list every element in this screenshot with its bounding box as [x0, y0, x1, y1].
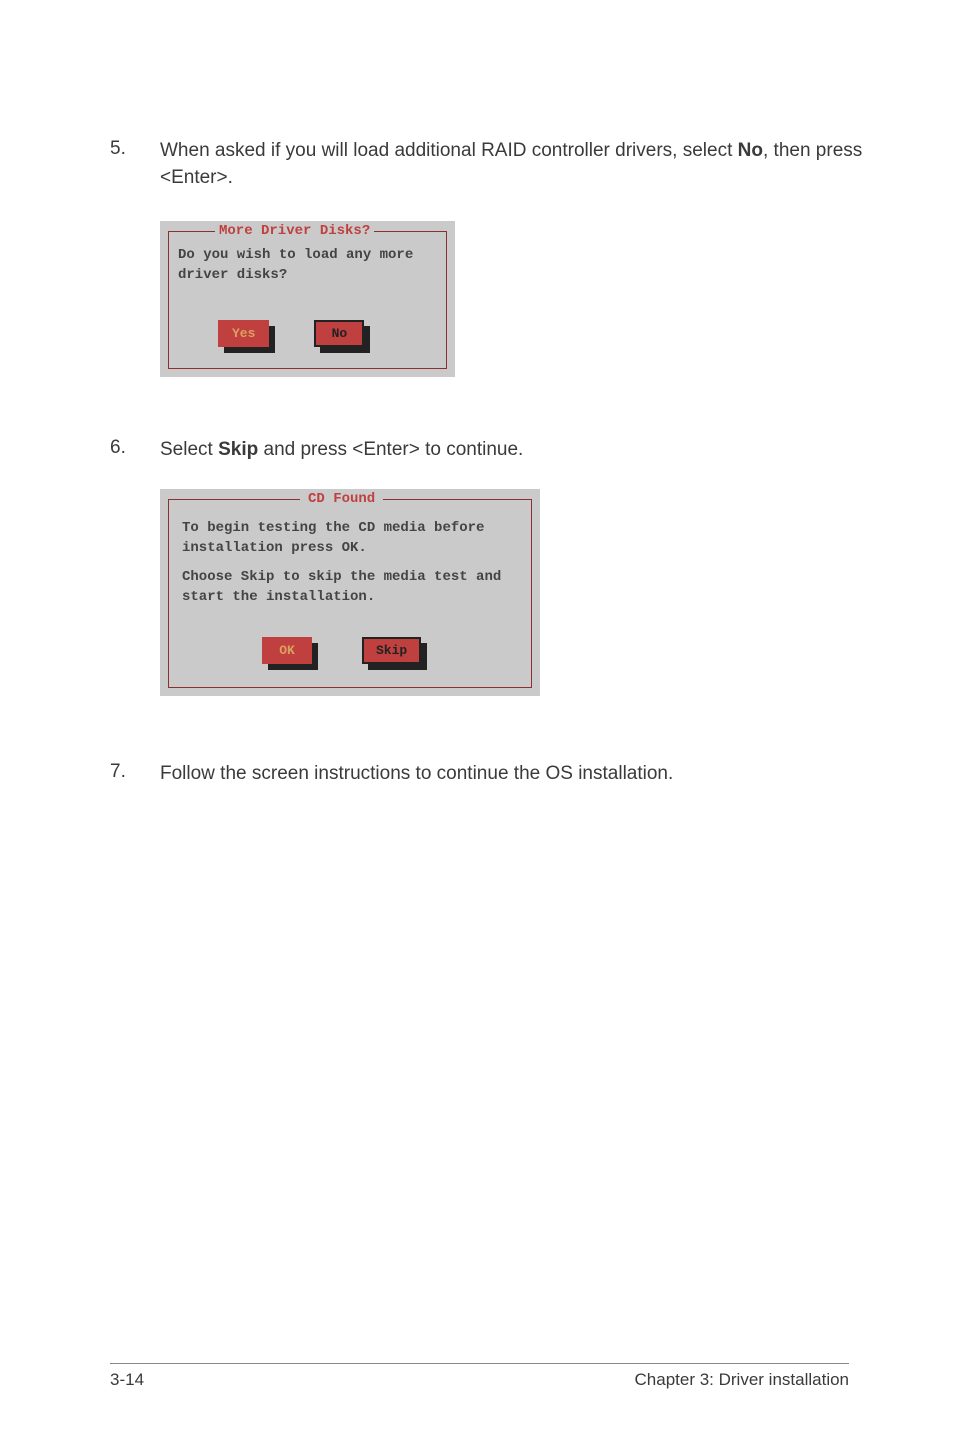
step-number: 6. [110, 437, 160, 464]
ok-button[interactable]: OK [262, 637, 312, 664]
dialog-cd-found: CD Found To begin testing the CD media b… [160, 489, 874, 696]
page-number: 3-14 [110, 1370, 144, 1390]
step-6: 6. Select Skip and press <Enter> to cont… [110, 437, 874, 464]
yes-button[interactable]: Yes [218, 320, 269, 347]
bold-no: No [738, 140, 763, 161]
dialog-title: More Driver Disks? [215, 223, 374, 239]
step-text: Follow the screen instructions to contin… [160, 761, 673, 788]
dialog-text-2: Choose Skip to skip the media test and s… [182, 568, 518, 607]
chapter-label: Chapter 3: Driver installation [635, 1370, 849, 1390]
step-text: Select Skip and press <Enter> to continu… [160, 437, 523, 464]
dialog-prompt: Do you wish to load any more driver disk… [178, 246, 437, 285]
bold-skip: Skip [218, 439, 258, 460]
step-5: 5. When asked if you will load additiona… [110, 138, 874, 191]
step-text: When asked if you will load additional R… [160, 138, 874, 191]
step-number: 7. [110, 761, 160, 788]
page-footer: 3-14 Chapter 3: Driver installation [0, 1363, 954, 1390]
skip-button[interactable]: Skip [362, 637, 421, 664]
no-button[interactable]: No [314, 320, 364, 347]
step-number: 5. [110, 138, 160, 191]
dialog-title: CD Found [300, 491, 383, 507]
dialog-text-1: To begin testing the CD media before ins… [182, 519, 518, 558]
dialog-more-driver-disks: More Driver Disks? Do you wish to load a… [160, 221, 874, 377]
step-7: 7. Follow the screen instructions to con… [110, 761, 874, 788]
